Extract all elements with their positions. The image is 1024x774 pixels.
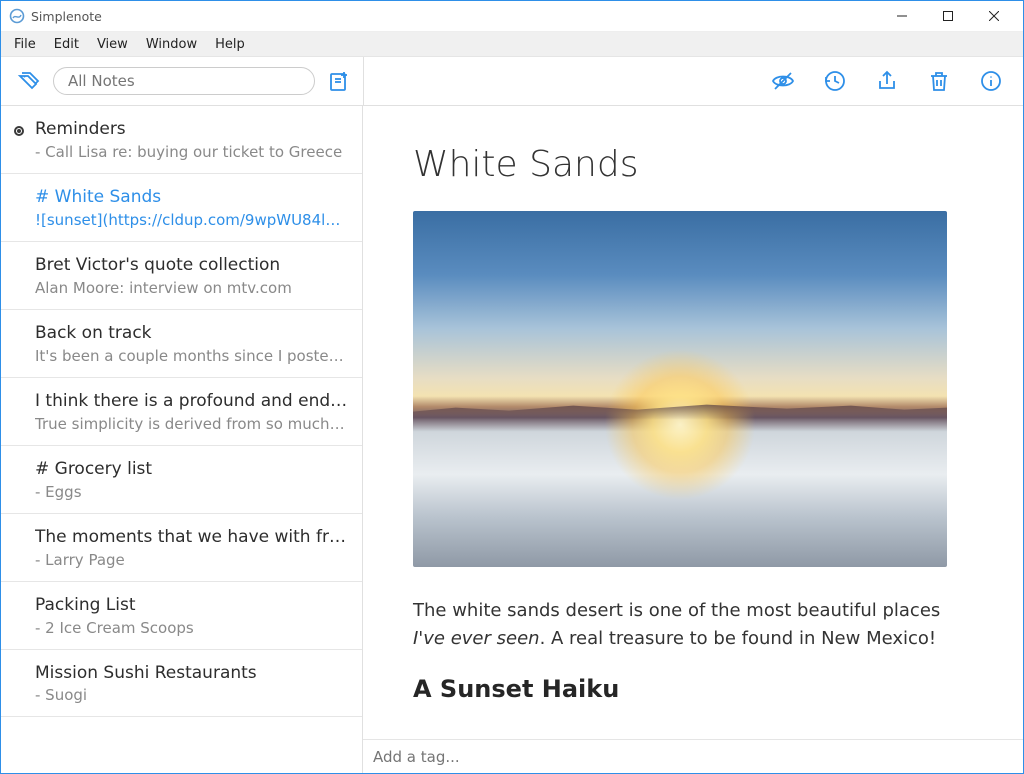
note-list-scroll[interactable]: Reminders - Call Lisa re: buying our tick…: [1, 106, 362, 773]
search-input-wrapper[interactable]: [53, 67, 315, 95]
para-text-tail: . A real treasure to be found in New Mex…: [540, 628, 937, 649]
note-subheading[interactable]: A Sunset Haiku: [413, 675, 963, 703]
note-list-item[interactable]: Mission Sushi Restaurants- Suogi: [1, 650, 362, 718]
note-item-title: Bret Victor's quote collection: [35, 254, 348, 277]
menu-help[interactable]: Help: [206, 35, 254, 54]
para-text-lead: The white sands desert is one of the mos…: [413, 600, 940, 621]
note-item-preview: It's been a couple months since I posted…: [35, 347, 348, 365]
preview-toggle-icon[interactable]: [771, 69, 795, 93]
note-title-heading[interactable]: White Sands: [413, 144, 963, 185]
note-list-item[interactable]: Reminders - Call Lisa re: buying our tick…: [1, 112, 362, 174]
info-icon[interactable]: [979, 69, 1003, 93]
tag-bar[interactable]: [363, 739, 1023, 773]
note-image-sunset: [413, 211, 947, 567]
menu-view[interactable]: View: [88, 35, 137, 54]
menu-edit[interactable]: Edit: [45, 35, 88, 54]
para-text-em: I've ever seen: [413, 628, 540, 649]
note-item-preview: Alan Moore: interview on mtv.com: [35, 279, 348, 297]
new-note-button[interactable]: [327, 69, 351, 93]
note-paragraph[interactable]: The white sands desert is one of the mos…: [413, 597, 963, 653]
note-list-item[interactable]: Packing List - 2 Ice Cream Scoops: [1, 582, 362, 650]
note-item-preview: True simplicity is derived from so much …: [35, 415, 348, 433]
close-button[interactable]: [971, 1, 1017, 31]
tags-icon[interactable]: [17, 69, 41, 93]
note-item-title: Reminders: [35, 118, 348, 141]
titlebar: Simplenote: [1, 1, 1023, 31]
menu-file[interactable]: File: [5, 35, 45, 54]
note-item-preview: - Suogi: [35, 686, 348, 704]
note-list-item[interactable]: Bret Victor's quote collection Alan Moore…: [1, 242, 362, 310]
note-item-title: Packing List: [35, 594, 348, 617]
note-list-item[interactable]: # White Sands ![sunset](https://cldup.com…: [1, 174, 362, 242]
maximize-button[interactable]: [925, 1, 971, 31]
toolbar: [1, 57, 1023, 106]
editor-scroll[interactable]: White Sands The white sands desert is on…: [363, 106, 1023, 739]
note-item-preview: - Call Lisa re: buying our ticket to Gre…: [35, 143, 348, 161]
note-item-title: Mission Sushi Restaurants: [35, 662, 348, 685]
note-item-title: The moments that we have with friend...: [35, 526, 348, 549]
editor-pane: White Sands The white sands desert is on…: [363, 106, 1023, 773]
note-item-preview: ![sunset](https://cldup.com/9wpWU84l3n.j…: [35, 211, 348, 229]
note-list: Reminders - Call Lisa re: buying our tick…: [1, 106, 363, 773]
note-list-item[interactable]: Back on track It's been a couple months s…: [1, 310, 362, 378]
minimize-button[interactable]: [879, 1, 925, 31]
window-controls: [879, 1, 1017, 31]
search-input[interactable]: [68, 72, 300, 90]
note-list-item[interactable]: # Grocery list - Eggs: [1, 446, 362, 514]
note-item-preview: - Larry Page: [35, 551, 348, 569]
pin-icon: [14, 126, 24, 136]
note-item-preview: - Eggs: [35, 483, 348, 501]
note-item-title: # White Sands: [35, 186, 348, 209]
menubar: File Edit View Window Help: [1, 31, 1023, 57]
note-item-title: I think there is a profound and enduring: [35, 390, 348, 413]
note-item-preview: - 2 Ice Cream Scoops: [35, 619, 348, 637]
menu-window[interactable]: Window: [137, 35, 206, 54]
app-icon: [9, 8, 25, 24]
note-item-title: # Grocery list: [35, 458, 348, 481]
trash-icon[interactable]: [927, 69, 951, 93]
window-title: Simplenote: [31, 9, 102, 24]
note-list-item[interactable]: I think there is a profound and enduring…: [1, 378, 362, 446]
note-list-item[interactable]: The moments that we have with friend... -…: [1, 514, 362, 582]
history-icon[interactable]: [823, 69, 847, 93]
note-item-title: Back on track: [35, 322, 348, 345]
share-icon[interactable]: [875, 69, 899, 93]
tag-input[interactable]: [373, 748, 1013, 766]
